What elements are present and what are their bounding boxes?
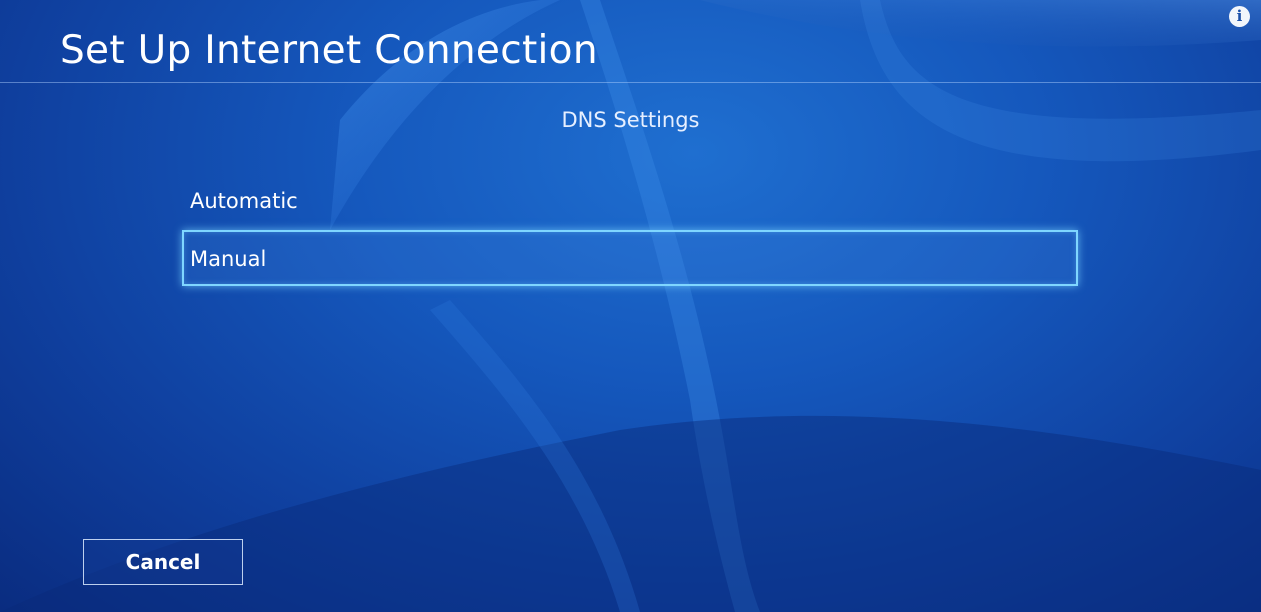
cancel-button[interactable]: Cancel xyxy=(83,539,243,585)
page-title: Set Up Internet Connection xyxy=(60,28,598,73)
info-icon[interactable]: i xyxy=(1229,6,1250,27)
option-automatic[interactable]: Automatic xyxy=(182,174,1078,230)
title-divider xyxy=(0,82,1261,83)
background-waves xyxy=(0,0,1261,612)
section-heading: DNS Settings xyxy=(561,108,700,132)
option-manual-label: Manual xyxy=(190,247,267,271)
option-automatic-label: Automatic xyxy=(190,189,298,213)
option-manual[interactable]: Manual xyxy=(182,230,1078,286)
